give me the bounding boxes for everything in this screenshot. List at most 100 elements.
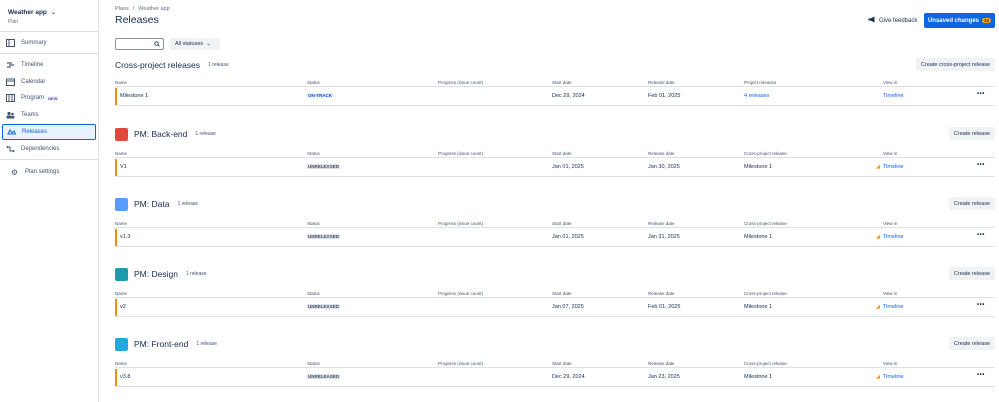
view-in-timeline-link[interactable]: Timeline [883,374,904,380]
more-actions-icon[interactable]: ••• [977,91,985,97]
col-name: Name [115,80,128,85]
status-badge: UNRELEASED [307,234,341,239]
sidebar-item-calendar[interactable]: Calendar [2,74,96,90]
create-release-button[interactable]: Create release [948,197,995,210]
create-release-button[interactable]: Create release [948,267,995,280]
cross-project-release: Milestone 1 [744,374,773,380]
view-in-timeline-link[interactable]: Timeline [883,304,904,310]
col-name: Name [115,221,128,226]
col-progress: Progress (issue count) [438,361,484,366]
table-row[interactable]: v1.3 UNRELEASED Jan 01, 2025 Jan 31, 202… [115,228,995,247]
more-actions-icon[interactable]: ••• [977,162,985,168]
status-filter-label: All statuses [175,41,204,47]
sidebar-item-releases[interactable]: Releases [2,124,96,140]
breadcrumb-weather-app[interactable]: Weather app [138,6,169,12]
summary-icon [6,39,15,48]
col-start-date: Start date [552,221,572,226]
more-actions-icon[interactable]: ••• [977,372,985,378]
col-start-date: Start date [552,151,572,156]
table-header: Name Status Progress (issue count) Start… [115,289,995,298]
project-subtitle: Plan [8,19,19,25]
create-release-button[interactable]: Create release [948,127,995,140]
create-release-button[interactable]: Create release [948,337,995,350]
release-date: Jan 23, 2025 [648,374,680,380]
release-color-bar [115,229,117,246]
divider [0,159,99,160]
status-badge: UNRELEASED [307,164,341,169]
sidebar-item-timeline[interactable]: Timeline [2,57,96,73]
sidebar-item-label: Dependencies [21,146,60,152]
chevron-down-icon: ⌄ [206,41,211,47]
col-status: Status [307,80,320,85]
col-release-date: Release date [648,221,675,226]
sidebar-item-label: Calendar [21,79,46,85]
breadcrumb-plans[interactable]: Plans [115,6,129,12]
section-title: PM: Design [134,269,178,279]
section-count: 1 release [185,271,207,277]
unsaved-count-badge: 10 [982,18,992,23]
start-date: Jan 01, 2025 [552,164,584,170]
col-status: Status [307,151,320,156]
col-progress: Progress (issue count) [438,221,484,226]
project-avatar-icon [115,337,128,351]
col-view-in: View in [883,221,898,226]
project-releases-link[interactable]: 4 releases [744,93,769,99]
divider [0,31,99,32]
status-badge: ON-TRACK [307,93,333,98]
more-actions-icon[interactable]: ••• [977,232,985,238]
table-header: Name Status Progress (issue count) Start… [115,219,995,228]
table-row[interactable]: v2 UNRELEASED Jan 07, 2025 Feb 01, 2025 … [115,298,995,317]
more-actions-icon[interactable]: ••• [977,302,985,308]
search-input[interactable] [115,38,164,50]
sidebar-item-teams[interactable]: Teams [2,107,96,123]
start-date: Jan 01, 2025 [552,234,584,240]
start-date: Dec 29, 2024 [552,93,585,99]
sidebar-item-label: Teams [21,112,39,118]
table-row[interactable]: v3.8 UNRELEASED Dec 29, 2024 Jan 23, 202… [115,368,995,387]
col-release-date: Release date [648,80,675,85]
section-title: PM: Data [134,199,170,209]
table-row[interactable]: V1 UNRELEASED Jan 01, 2025 Jan 30, 2025 … [115,158,995,177]
section-title: PM: Front-end [134,339,189,349]
teams-icon [6,111,15,120]
sidebar-item-summary[interactable]: Summary [2,35,96,51]
page-title: Releases [115,14,159,26]
col-progress: Progress (issue count) [438,291,484,296]
sidebar-item-label: Timeline [21,62,44,68]
start-date: Jan 07, 2025 [552,304,584,310]
section-count: 1 release [177,201,199,207]
col-cross-project-release: Cross-project release [744,151,787,156]
project-header[interactable]: Weather app ⌄ Plan [0,0,98,30]
timeline-icon [6,61,15,70]
chevron-down-icon[interactable]: ⌄ [51,9,56,16]
flag-icon: ◢ [876,164,880,170]
section-pm-data: PM: Data 1 release Create release Name S… [115,194,995,247]
status-filter-dropdown[interactable]: All statuses ⌄ [170,38,220,50]
col-cross-project-release: Cross-project release [744,221,787,226]
col-release-date: Release date [648,361,675,366]
sidebar-item-plan-settings[interactable]: ⚙ Plan settings [2,164,96,180]
sidebar-item-program[interactable]: Program NEW [2,90,96,106]
release-color-bar [115,88,117,105]
project-avatar-icon [115,197,128,211]
release-name: V1 [120,164,127,170]
col-progress: Progress (issue count) [438,151,484,156]
view-in-timeline-link[interactable]: Timeline [883,164,904,170]
col-cross-project-release: Cross-project release [744,291,787,296]
section-count: 1 release [196,341,217,347]
give-feedback-button[interactable]: Give feedback [868,16,917,25]
col-name: Name [115,291,128,296]
unsaved-changes-button[interactable]: Unsaved changes 10 [924,13,995,28]
cross-project-release: Milestone 1 [744,164,773,170]
sidebar-item-dependencies[interactable]: Dependencies [2,141,96,157]
col-name: Name [115,361,128,366]
section-title: PM: Back-end [134,129,188,139]
flag-icon: ◢ [876,234,880,240]
table-row[interactable]: Milestone 1 ON-TRACK Dec 29, 2024 Feb 01… [115,87,995,106]
create-cross-project-release-button[interactable]: Create cross-project release [915,58,995,71]
view-in-timeline-link[interactable]: Timeline [883,234,904,240]
sidebar-item-label: Releases [22,129,48,135]
release-name: v2 [120,304,126,310]
view-in-timeline-link[interactable]: Timeline [883,93,904,99]
col-status: Status [307,361,320,366]
